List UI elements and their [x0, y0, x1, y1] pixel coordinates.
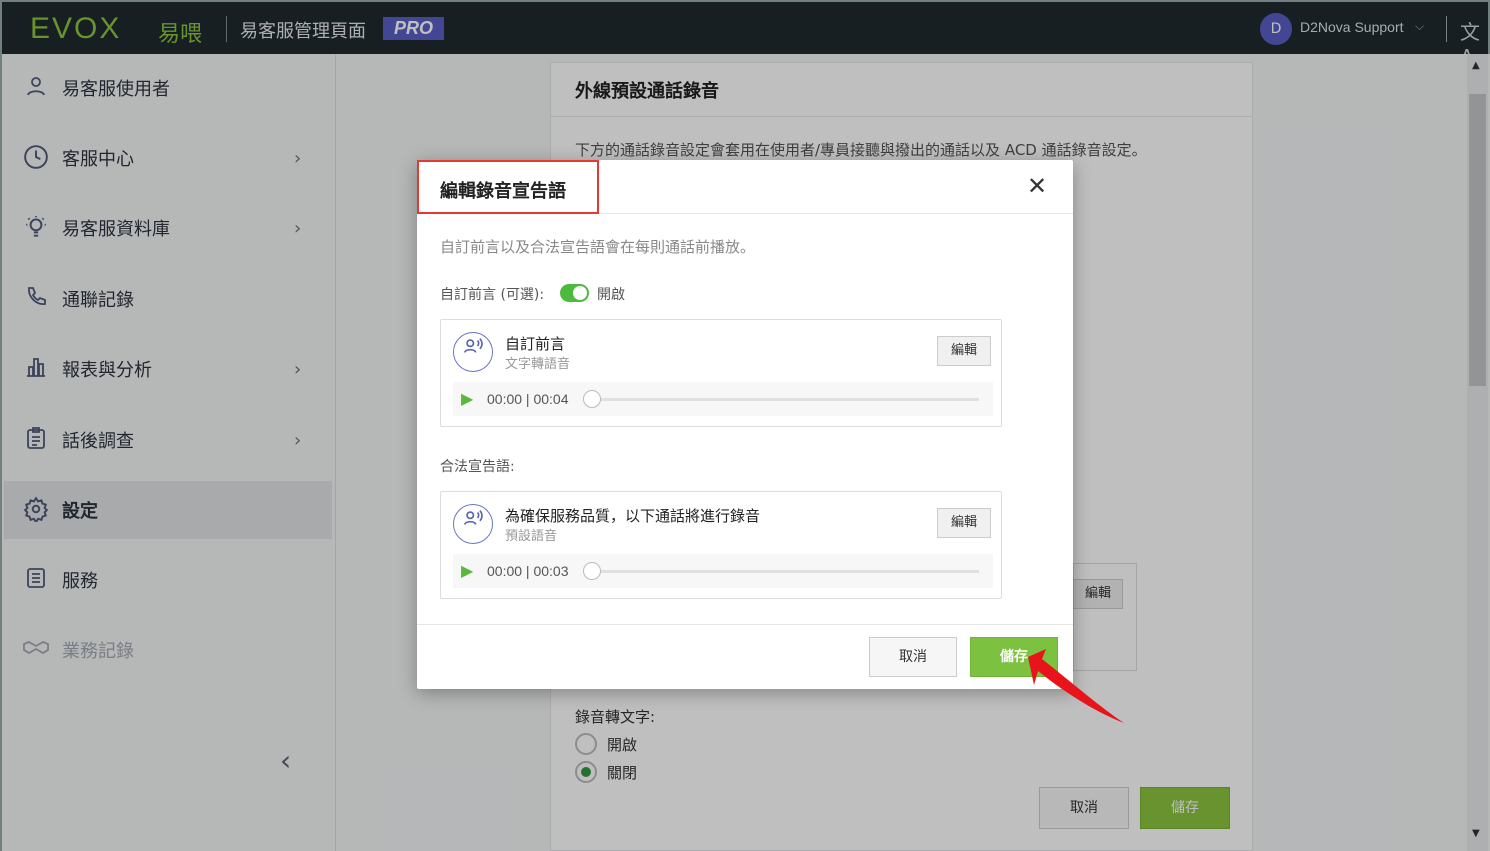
- title-highlight-box: [417, 160, 599, 214]
- play-icon[interactable]: ▶: [461, 389, 473, 408]
- preamble-edit-button[interactable]: 編輯: [937, 336, 991, 366]
- voice-icon: [453, 504, 493, 544]
- cancel-button[interactable]: 取消: [869, 637, 957, 677]
- legal-edit-button[interactable]: 編輯: [937, 508, 991, 538]
- preamble-title: 自訂前言: [505, 335, 566, 353]
- edit-announcement-modal: 編輯錄音宣告語 ✕ 自訂前言以及合法宣告語會在每則通話前播放。 自訂前言 (可選…: [417, 160, 1073, 689]
- legal-time: 00:00 | 00:03: [487, 563, 569, 579]
- modal-footer-divider: [417, 624, 1073, 625]
- legal-title: 為確保服務品質，以下通話將進行錄音: [505, 507, 761, 525]
- preamble-toggle-state: 開啟: [597, 287, 625, 303]
- preamble-audio-player: ▶ 00:00 | 00:04: [453, 382, 993, 416]
- preamble-time: 00:00 | 00:04: [487, 391, 569, 407]
- modal-description: 自訂前言以及合法宣告語會在每則通話前播放。: [440, 238, 756, 256]
- voice-icon: [453, 332, 493, 372]
- pointer-arrow-icon: [1028, 649, 1124, 723]
- legal-subtitle: 預設語音: [505, 529, 558, 544]
- legal-audio-card: 為確保服務品質，以下通話將進行錄音 預設語音 編輯 ▶ 00:00 | 00:0…: [440, 491, 1002, 599]
- play-icon[interactable]: ▶: [461, 561, 473, 580]
- modal-header: 編輯錄音宣告語 ✕: [417, 160, 1073, 214]
- preamble-toggle[interactable]: [560, 284, 589, 302]
- preamble-progress-track[interactable]: [593, 398, 979, 401]
- legal-progress-track[interactable]: [593, 570, 979, 573]
- legal-progress-knob[interactable]: [583, 562, 601, 580]
- preamble-subtitle: 文字轉語音: [505, 357, 571, 372]
- legal-audio-player: ▶ 00:00 | 00:03: [453, 554, 993, 588]
- preamble-progress-knob[interactable]: [583, 390, 601, 408]
- preamble-audio-card: 自訂前言 文字轉語音 編輯 ▶ 00:00 | 00:04: [440, 319, 1002, 427]
- legal-label: 合法宣告語:: [440, 459, 515, 475]
- preamble-label: 自訂前言 (可選):: [440, 287, 545, 303]
- close-icon[interactable]: ✕: [1027, 172, 1047, 200]
